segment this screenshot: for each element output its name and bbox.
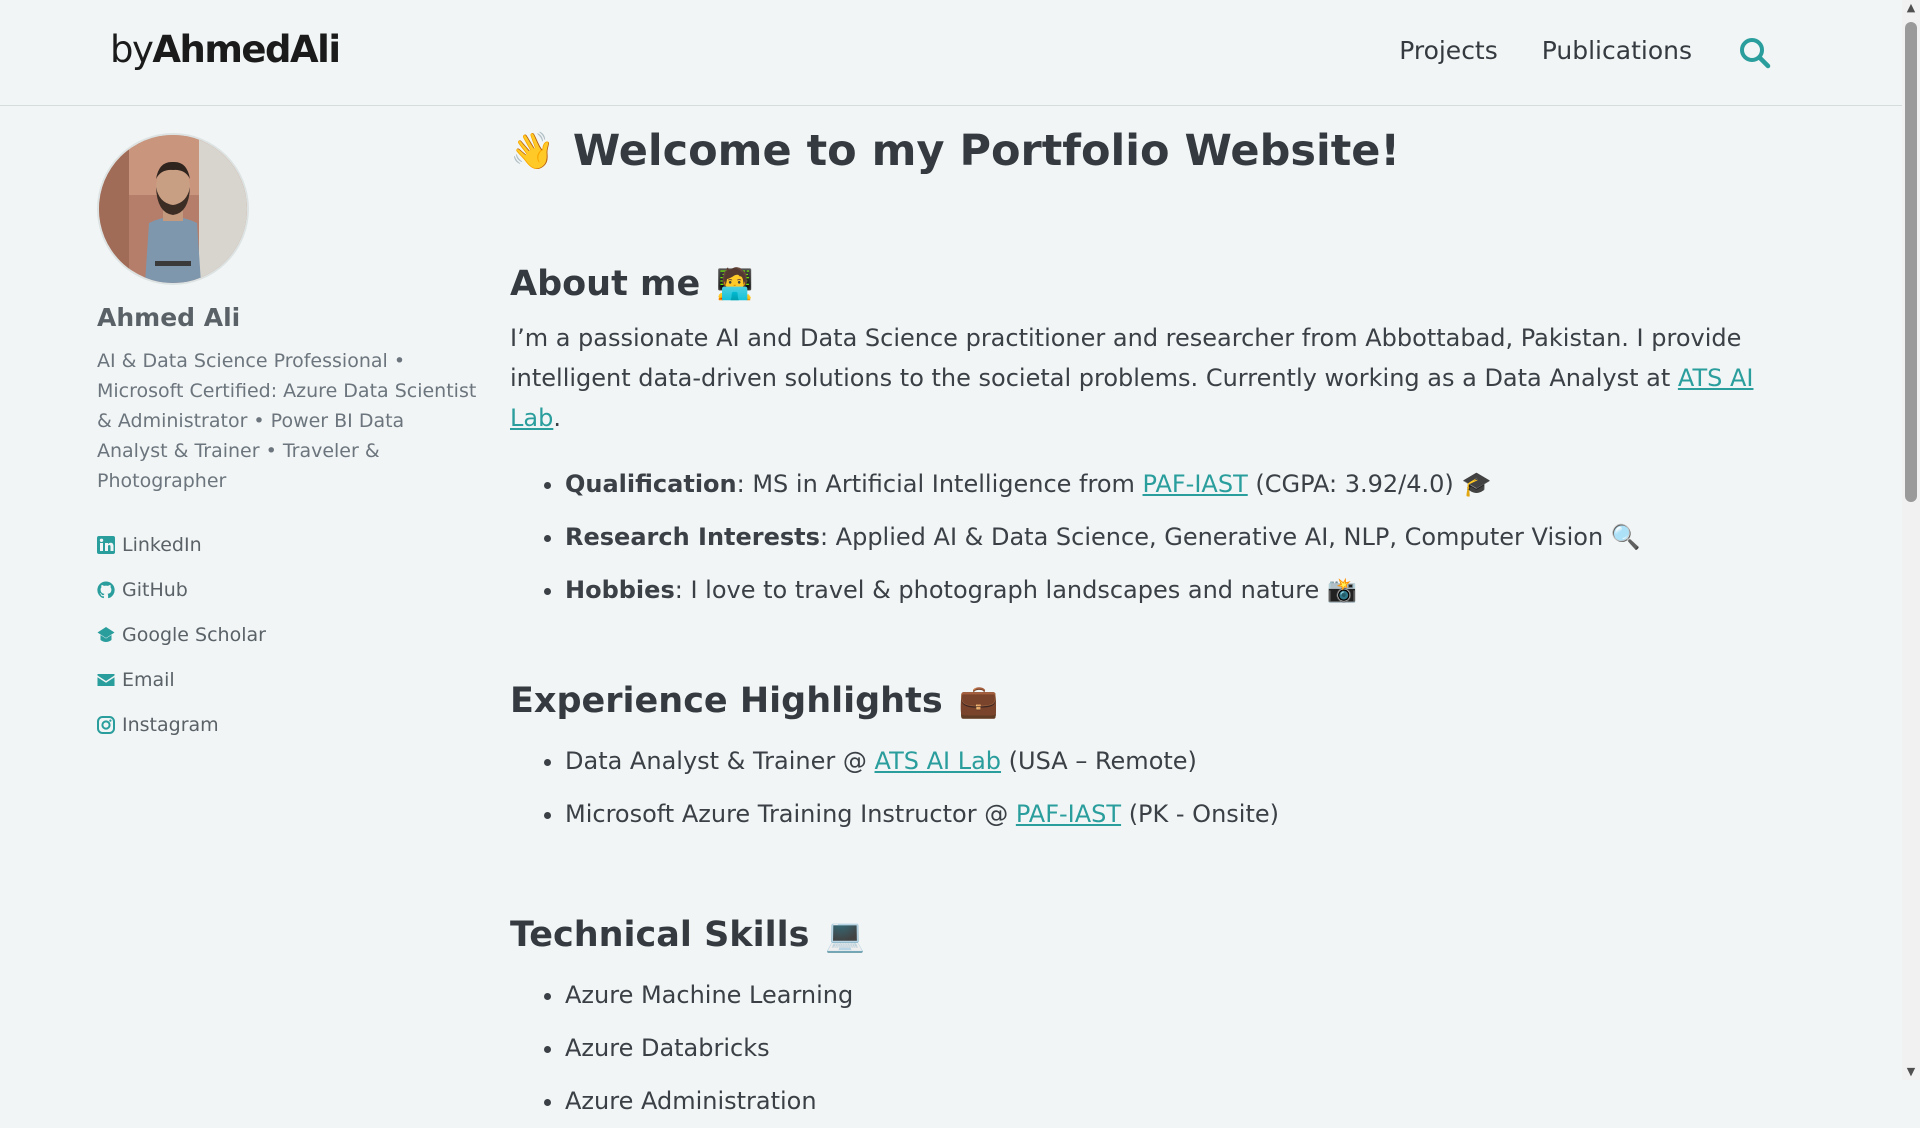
experience-text-end: (PK - Onsite) [1121,800,1279,828]
skills-heading: Technical Skills 💻 [510,915,1810,955]
bullet-label: Qualification [565,470,737,498]
github-icon [97,580,115,598]
linkedin-label: LinkedIn [122,533,202,556]
laptop-icon: 💻 [825,916,866,954]
search-icon [1740,38,1771,69]
experience-heading-text: Experience Highlights [510,681,943,721]
instagram-label: Instagram [122,713,219,736]
social-links: LinkedIn GitHub Google Scholar Email Ins… [97,522,477,747]
list-item: Research Interests: Applied AI & Data Sc… [565,511,1810,564]
experience-list: Data Analyst & Trainer @ ATS AI Lab (USA… [510,735,1810,841]
bullet-text: : Applied AI & Data Science, Generative … [819,523,1604,551]
about-text-end: . [553,404,561,432]
list-item: Data Analyst & Trainer @ ATS AI Lab (USA… [565,735,1810,788]
linkedin-link[interactable]: LinkedIn [97,522,477,567]
brand-prefix: by [110,28,154,71]
about-heading-text: About me [510,264,701,304]
page-title: 👋 Welcome to my Portfolio Website! [510,126,1810,176]
list-item: Qualification: MS in Artificial Intellig… [565,458,1810,511]
magnifying-glass-icon: 🔍 [1610,523,1641,551]
experience-text: Microsoft Azure Training Instructor @ [565,800,1016,828]
instagram-link[interactable]: Instagram [97,702,477,747]
about-heading: About me 🧑‍💻 [510,264,1810,304]
skills-heading-text: Technical Skills [510,915,810,955]
nav-link-publications[interactable]: Publications [1542,36,1692,65]
bullet-label: Research Interests [565,523,820,551]
email-label: Email [122,668,175,691]
google-scholar-link[interactable]: Google Scholar [97,612,477,657]
profile-sidebar: Ahmed Ali AI & Data Science Professional… [97,133,477,747]
scrollbar-thumb[interactable] [1905,22,1917,502]
main-content: 👋 Welcome to my Portfolio Website! About… [510,126,1810,1128]
bullet-label: Hobbies [565,576,675,604]
bullet-text: : I love to travel & photograph landscap… [674,576,1320,604]
page-title-text: Welcome to my Portfolio Website! [572,126,1401,176]
camera-icon: 📸 [1326,576,1357,604]
waving-hand-icon: 👋 [510,131,555,172]
avatar [97,133,249,285]
paf-iast-link[interactable]: PAF-IAST [1143,470,1248,498]
about-bullets: Qualification: MS in Artificial Intellig… [510,458,1810,617]
brand-name: AhmedAli [152,28,341,71]
experience-heading: Experience Highlights 💼 [510,681,1810,721]
experience-text-end: (USA – Remote) [1001,747,1197,775]
scroll-up-arrow[interactable]: ▲ [1905,2,1917,14]
list-item: Microsoft Azure Training Instructor @ PA… [565,788,1810,841]
top-navbar: byAhmedAli Projects Publications [0,0,1902,106]
bullet-text: : MS in Artificial Intelligence from [736,470,1143,498]
email-link[interactable]: Email [97,657,477,702]
linkedin-icon [97,535,115,554]
site-brand[interactable]: byAhmedAli [110,28,341,71]
profile-bio: AI & Data Science Professional • Microso… [97,350,477,492]
experience-text: Data Analyst & Trainer @ [565,747,875,775]
graduation-cap-icon [97,626,115,642]
about-text: I’m a passionate AI and Data Science pra… [510,324,1742,392]
envelope-icon [97,673,115,686]
about-paragraph: I’m a passionate AI and Data Science pra… [510,318,1810,438]
search-button[interactable] [1738,36,1772,70]
page-scrollbar[interactable]: ▲ ▼ [1902,0,1920,1080]
briefcase-icon: 💼 [958,682,999,720]
nav-link-projects[interactable]: Projects [1399,36,1498,65]
scroll-down-arrow[interactable]: ▼ [1905,1066,1917,1078]
instagram-icon [97,715,115,734]
google-scholar-label: Google Scholar [122,623,266,646]
list-item: Azure Administration [565,1075,1810,1128]
nav-links: Projects Publications [1399,36,1692,65]
profile-photo [99,135,247,283]
skills-list: Azure Machine Learning Azure Databricks … [510,969,1810,1128]
bullet-text-end: (CGPA: 3.92/4.0) [1247,470,1454,498]
github-link[interactable]: GitHub [97,567,477,612]
list-item: Azure Databricks [565,1022,1810,1075]
paf-iast-link[interactable]: PAF-IAST [1016,800,1121,828]
ats-ai-lab-link[interactable]: ATS AI Lab [875,747,1002,775]
profile-name: Ahmed Ali [97,303,241,332]
list-item: Hobbies: I love to travel & photograph l… [565,564,1810,617]
technologist-icon: 🧑‍💻 [716,266,754,302]
graduation-cap-emoji-icon: 🎓 [1461,470,1492,498]
github-label: GitHub [122,578,188,601]
list-item: Azure Machine Learning [565,969,1810,1022]
